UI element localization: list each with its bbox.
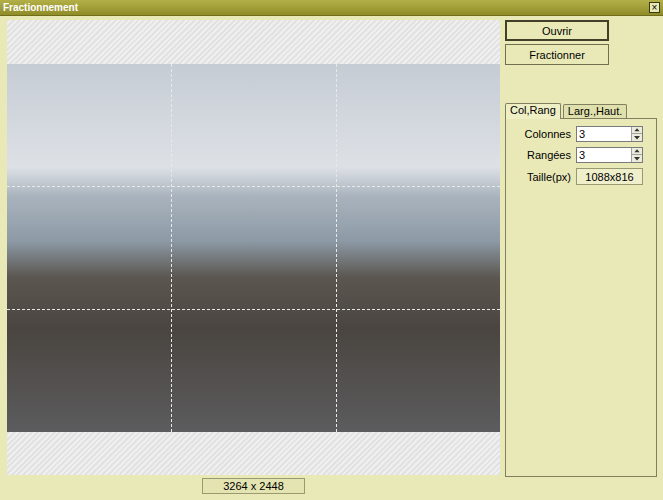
tab[interactable]: Larg.,Haut. [563,104,627,118]
field-label: Colonnes [506,127,576,141]
spin-up-icon[interactable] [632,127,642,134]
preview-area [7,20,500,475]
close-button[interactable]: × [649,2,660,13]
action-button[interactable]: Ouvrir [505,20,609,41]
split-line-vertical [336,64,337,432]
split-line-vertical [171,64,172,432]
window-title: Fractionnement [3,1,78,15]
title-bar: Fractionnement × [0,0,663,16]
size-label-row: 3264 x 2448 [7,475,500,494]
preview-column: 3264 x 2448 [7,20,500,500]
tab[interactable]: Col,Rang [505,103,561,119]
tab-strip: Col,RangLarg.,Haut. [505,102,657,118]
action-button[interactable]: Fractionner [505,44,609,65]
field-row: Taille(px)1088x816 [506,168,656,185]
spin-field[interactable]: 3 [576,126,643,142]
spin-field[interactable]: 3 [576,147,643,163]
tab-panel: Colonnes3Rangées3Taille(px)1088x816 [505,118,657,477]
spin-down-icon[interactable] [632,155,642,162]
split-line-horizontal [7,186,500,187]
field-row: Colonnes3 [506,126,656,142]
spin-down-icon[interactable] [632,134,642,141]
photo [7,64,500,432]
split-window: Fractionnement × 3264 x 2448 Ouvrir Fraction… [0,0,663,500]
controls-column: Ouvrir Fractionner Col,RangLarg.,Haut. Colo… [505,20,657,500]
content: 3264 x 2448 Ouvrir Fractionner Col,RangLarg… [0,16,663,500]
button-group: Ouvrir Fractionner [505,20,657,65]
field-value[interactable]: 3 [577,127,631,141]
spin-buttons[interactable] [631,127,642,141]
size-readout: 1088x816 [576,168,643,185]
spin-buttons[interactable] [631,148,642,162]
spin-up-icon[interactable] [632,148,642,155]
field-label: Taille(px) [506,170,576,184]
split-line-horizontal [7,309,500,310]
field-row: Rangées3 [506,147,656,163]
field-label: Rangées [506,148,576,162]
image-size-label: 3264 x 2448 [202,478,305,494]
field-value[interactable]: 3 [577,148,631,162]
